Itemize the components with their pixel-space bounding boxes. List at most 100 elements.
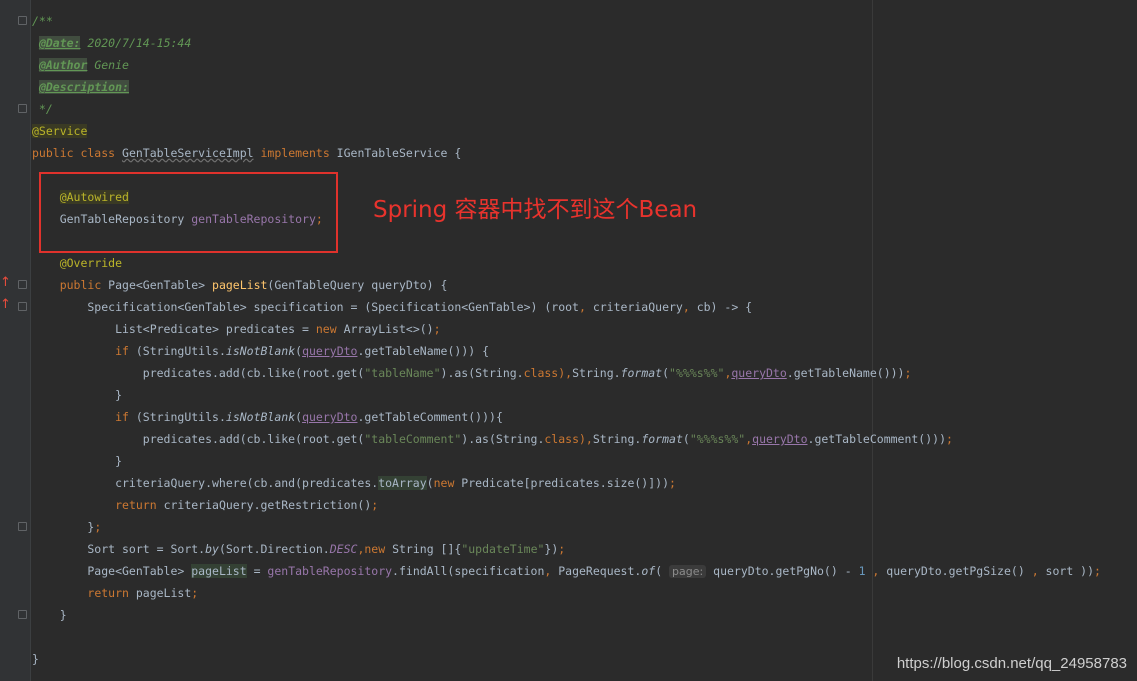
code-line[interactable]: if (StringUtils.isNotBlank(queryDto.getT… xyxy=(32,406,1137,428)
fold-icon[interactable] xyxy=(18,16,27,25)
code-token: ( xyxy=(655,564,670,578)
code-token: new xyxy=(315,322,344,336)
override-arrow-icon[interactable]: ↑ xyxy=(0,298,11,311)
code-token: criteriaQuery.where(cb.and(predicates. xyxy=(32,476,379,490)
code-token: /** xyxy=(32,14,53,28)
code-token: cb) -> { xyxy=(696,300,753,314)
code-line[interactable] xyxy=(32,626,1137,648)
code-token: sort )) xyxy=(1045,564,1095,578)
code-line[interactable]: public class GenTableServiceImpl impleme… xyxy=(32,142,1137,164)
code-token: } xyxy=(32,520,95,534)
code-token: ; xyxy=(904,366,912,380)
code-line[interactable]: @Override xyxy=(32,252,1137,274)
code-line[interactable]: return criteriaQuery.getRestriction(); xyxy=(32,494,1137,516)
code-token: queryDto xyxy=(731,366,787,380)
code-line[interactable]: } xyxy=(32,450,1137,472)
code-line[interactable]: public Page<GenTable> pageList(GenTableQ… xyxy=(32,274,1137,296)
code-line[interactable]: if (StringUtils.isNotBlank(queryDto.getT… xyxy=(32,340,1137,362)
code-token: class xyxy=(523,366,559,380)
code-token: "updateTime" xyxy=(461,542,545,556)
fold-icon[interactable] xyxy=(18,610,27,619)
code-line[interactable]: criteriaQuery.where(cb.and(predicates.to… xyxy=(32,472,1137,494)
code-line[interactable]: @Date: 2020/7/14-15:44 xyxy=(32,32,1137,54)
code-line[interactable]: /** xyxy=(32,10,1137,32)
code-token: String. xyxy=(592,432,642,446)
code-line[interactable]: predicates.add(cb.like(root.get("tableCo… xyxy=(32,428,1137,450)
code-token: Predicate[predicates.size()])) xyxy=(461,476,670,490)
code-token: 2020/7/14-15:44 xyxy=(80,36,192,50)
code-line[interactable]: @Author Genie xyxy=(32,54,1137,76)
code-token: .getTableComment())) xyxy=(807,432,947,446)
code-line[interactable]: }; xyxy=(32,516,1137,538)
code-token: Genie xyxy=(87,58,129,72)
code-token: implements xyxy=(253,146,337,160)
code-line[interactable]: @Description: xyxy=(32,76,1137,98)
code-token: page: xyxy=(669,565,707,578)
code-token: String []{ xyxy=(392,542,462,556)
code-token: isNotBlank xyxy=(225,410,296,424)
code-token: Specification<GenTable> specification = … xyxy=(32,300,579,314)
code-token: GenTableServiceImpl xyxy=(122,146,254,160)
code-line[interactable]: predicates.add(cb.like(root.get("tableNa… xyxy=(32,362,1137,384)
code-token: @Override xyxy=(59,256,123,270)
code-token: (Sort.Direction. xyxy=(218,542,330,556)
code-token: return xyxy=(115,498,164,512)
code-line[interactable]: } xyxy=(32,384,1137,406)
code-token: @Date: xyxy=(38,36,81,50)
code-token: ; xyxy=(371,498,379,512)
code-token: , xyxy=(682,300,697,314)
code-token: DESC xyxy=(329,542,358,556)
code-token: ), xyxy=(558,366,573,380)
annotation-note: Spring 容器中找不到这个Bean xyxy=(373,197,698,223)
fold-icon[interactable] xyxy=(18,302,27,311)
code-line[interactable]: Sort sort = Sort.by(Sort.Direction.DESC,… xyxy=(32,538,1137,560)
code-line[interactable]: */ xyxy=(32,98,1137,120)
fold-icon[interactable] xyxy=(18,522,27,531)
code-token: new xyxy=(364,542,393,556)
code-token: , xyxy=(1031,564,1046,578)
code-line[interactable]: @Service xyxy=(32,120,1137,142)
code-editor[interactable]: /** @Date: 2020/7/14-15:44 @Author Genie… xyxy=(32,10,1137,670)
code-token: if xyxy=(115,344,136,358)
code-token: ( xyxy=(682,432,690,446)
code-token: ; xyxy=(433,322,441,336)
code-token: by xyxy=(205,542,219,556)
code-token: @Description: xyxy=(38,80,129,94)
code-token: queryDto xyxy=(752,432,808,446)
code-token: predicates.add(cb.like(root.get( xyxy=(32,366,365,380)
code-token: }) xyxy=(544,542,559,556)
code-line[interactable]: Specification<GenTable> specification = … xyxy=(32,296,1137,318)
code-token: .getTableName())) { xyxy=(357,344,490,358)
code-token: "tableComment" xyxy=(364,432,462,446)
code-token: ; xyxy=(669,476,676,490)
code-line[interactable]: } xyxy=(32,604,1137,626)
code-token: .findAll(specification xyxy=(392,564,545,578)
code-token: PageRequest. xyxy=(558,564,642,578)
code-token: ).as(String. xyxy=(440,366,524,380)
watermark: https://blog.csdn.net/qq_24958783 xyxy=(896,655,1127,672)
override-arrow-icon[interactable]: ↑ xyxy=(0,276,11,289)
code-line[interactable]: List<Predicate> predicates = new ArrayLi… xyxy=(32,318,1137,340)
code-token: queryDto.getPgSize() xyxy=(886,564,1032,578)
code-line[interactable]: return pageList; xyxy=(32,582,1137,604)
gutter-separator xyxy=(30,0,31,681)
fold-icon[interactable] xyxy=(18,104,27,113)
code-token: .getTableComment())){ xyxy=(357,410,503,424)
code-token: toArray xyxy=(378,476,427,490)
code-token: } xyxy=(32,454,123,468)
code-token: String. xyxy=(572,366,621,380)
code-token: Page<GenTable> xyxy=(108,278,213,292)
fold-icon[interactable] xyxy=(18,280,27,289)
code-token: if xyxy=(115,410,136,424)
code-token: @Author xyxy=(38,58,88,72)
code-token: } xyxy=(32,652,39,666)
code-line[interactable]: Page<GenTable> pageList = genTableReposi… xyxy=(32,560,1137,582)
code-token: queryDto.getPgNo() - xyxy=(706,564,859,578)
code-token: "tableName" xyxy=(364,366,441,380)
code-token: ; xyxy=(1094,564,1101,578)
